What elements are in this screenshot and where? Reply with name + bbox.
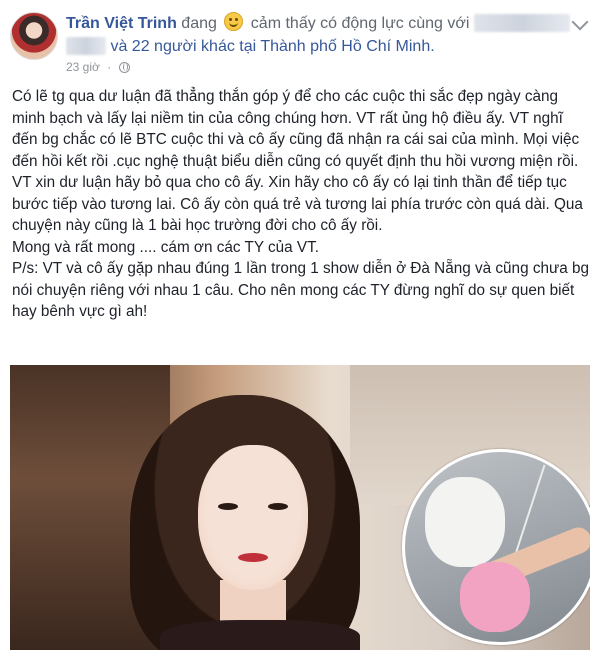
photo-portrait-eye	[268, 503, 288, 510]
author-name-link[interactable]: Trần Việt Trinh	[66, 15, 177, 32]
tag-suffix-link[interactable]: và 22 người khác tại Thành phố Hồ Chí Mi…	[110, 38, 434, 55]
photo-inset-hospital	[402, 449, 590, 645]
post-paragraph: Mong và rất mong .... cám ơn các TY của …	[12, 238, 320, 256]
photo-portrait-face	[198, 445, 308, 590]
photo-portrait-eye	[218, 503, 238, 510]
inset-plush-toy	[460, 562, 530, 632]
feeling-text: cảm thấy có động lực cùng với	[250, 15, 470, 32]
author-avatar[interactable]	[10, 12, 58, 60]
post-author-line: Trần Việt Trinh đang cảm thấy có động lự…	[66, 12, 570, 35]
post-header: Trần Việt Trinh đang cảm thấy có động lự…	[0, 0, 600, 82]
post-paragraph: Có lẽ tg qua dư luận đã thẳng thắn góp ý…	[12, 88, 583, 234]
tagged-friend-blurred[interactable]	[473, 14, 570, 32]
status-prefix: đang	[181, 15, 217, 32]
tagged-friend-blurred-2[interactable]	[66, 37, 106, 55]
post-paragraph: P/s: VT và cô ấy gặp nhau đúng 1 lần tro…	[12, 260, 589, 320]
post-timestamp[interactable]: 23 giờ	[66, 60, 100, 74]
post-photo[interactable]	[10, 365, 590, 650]
inset-pillow	[425, 477, 505, 567]
tag-line: và 22 người khác tại Thành phố Hồ Chí Mi…	[66, 36, 435, 58]
post-body: Có lẽ tg qua dư luận đã thẳng thắn góp ý…	[12, 86, 592, 323]
post-options-chevron-icon[interactable]	[571, 13, 589, 31]
photo-portrait-dress	[160, 620, 360, 650]
meta-separator: ·	[107, 60, 112, 74]
photo-portrait-lips	[238, 553, 268, 562]
post-meta: 23 giờ ·	[66, 60, 130, 74]
globe-icon[interactable]	[118, 62, 130, 73]
smiley-emoji-icon	[224, 12, 244, 31]
facebook-post: Trần Việt Trinh đang cảm thấy có động lự…	[0, 0, 600, 650]
